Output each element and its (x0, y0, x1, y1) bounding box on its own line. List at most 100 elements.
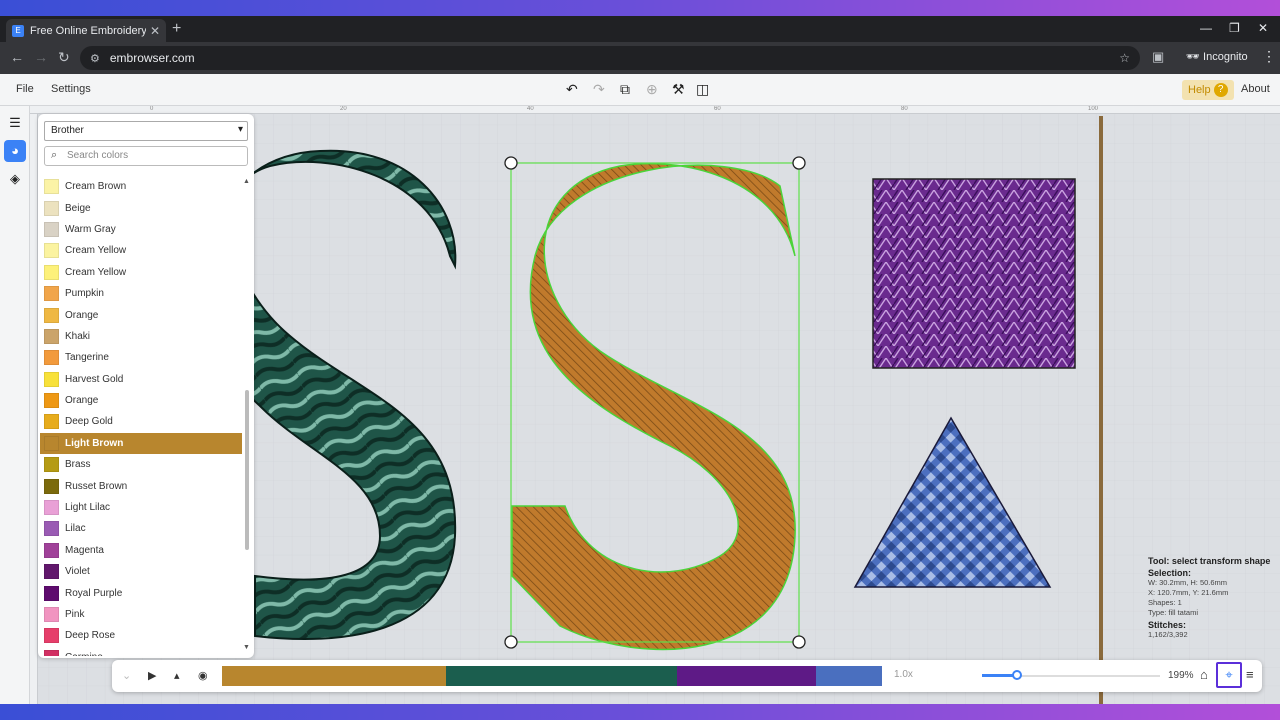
incognito-label: Incognito (1203, 51, 1248, 63)
chevron-down-icon: ▾ (237, 124, 243, 135)
color-list-scrollbar[interactable] (245, 390, 249, 550)
color-name: Royal Purple (65, 587, 123, 599)
color-name: Magenta (65, 544, 104, 556)
play-icon[interactable]: ▶ (148, 669, 156, 682)
scroll-up-icon[interactable]: ▲ (243, 178, 250, 185)
scroll-down-icon[interactable]: ▼ (243, 644, 250, 651)
timeline-segment[interactable] (677, 666, 816, 686)
zoom-slider-handle[interactable] (1011, 670, 1022, 680)
new-tab-icon[interactable]: + (172, 20, 181, 38)
browser-tab[interactable]: E Free Online Embroidery Softwa ✕ (6, 19, 166, 42)
color-list-item[interactable]: Deep Gold (40, 411, 242, 432)
stitch-timeline[interactable] (222, 666, 882, 686)
incognito-indicator[interactable]: 🕶 Incognito (1186, 50, 1248, 63)
color-list-item[interactable]: Beige (40, 197, 242, 218)
color-name: Light Brown (65, 437, 124, 449)
color-list-item[interactable]: Brass (40, 454, 242, 475)
color-list-item[interactable]: Lilac (40, 518, 242, 539)
redo-icon[interactable]: ↷ (593, 81, 605, 98)
color-list-item[interactable]: Magenta (40, 540, 242, 561)
color-list-item[interactable]: Royal Purple (40, 582, 242, 603)
mirror-icon[interactable]: ◫ (696, 81, 709, 98)
color-name: Deep Rose (65, 630, 116, 642)
color-list-item[interactable]: Orange (40, 390, 242, 411)
palette-icon[interactable]: ◕ (4, 140, 26, 162)
add-shape-icon[interactable]: ⊕ (646, 81, 658, 98)
tab-title: Free Online Embroidery Softwa (30, 24, 146, 37)
layers-icon[interactable]: ◈ (4, 168, 26, 190)
browser-menu-icon[interactable]: ⋮ (1262, 48, 1276, 65)
undo-icon[interactable]: ↶ (566, 81, 578, 98)
selection-position: X: 120.7mm, Y: 21.6mm (1148, 588, 1229, 597)
site-favicon-icon: E (12, 24, 24, 37)
url-text: embrowser.com (109, 51, 195, 65)
color-swatch (44, 350, 59, 366)
timeline-segment[interactable] (446, 666, 678, 686)
color-name: Tangerine (65, 352, 109, 364)
color-list-item[interactable]: Russet Brown (40, 475, 242, 496)
color-name: Cream Brown (65, 181, 127, 193)
tools-icon[interactable]: ⚒ (672, 81, 685, 98)
tool-label: Tool: select transform shape (1148, 556, 1271, 566)
forward-icon[interactable]: → (34, 49, 48, 65)
color-name: Khaki (65, 330, 91, 342)
color-list-item[interactable]: Orange (40, 304, 242, 325)
close-tab-icon[interactable]: ✕ (150, 24, 160, 38)
chevron-up-icon[interactable]: ▴ (174, 669, 180, 682)
color-panel: Brother ▾ ⌕ Search colors Cream Brown Bei… (38, 114, 254, 658)
about-menu[interactable]: About (1241, 83, 1270, 95)
selection-shapes: Shapes: 1 (1148, 598, 1182, 607)
selection-type: Type: fill tatami (1148, 608, 1199, 617)
stop-icon[interactable]: ◉ (198, 669, 208, 682)
color-list-item[interactable]: Tangerine (40, 347, 242, 368)
timeline-segment[interactable] (222, 666, 447, 686)
address-bar[interactable]: ⚙ embrowser.com ☆ (80, 46, 1140, 70)
maximize-icon[interactable]: ❐ (1229, 21, 1240, 35)
color-name: Violet (65, 566, 90, 578)
site-info-icon[interactable]: ⚙ (90, 52, 100, 65)
browser-toolbar: ← → ↻ ⚙ embrowser.com ☆ ▣ 🕶 Incognito ⋮ (0, 42, 1280, 74)
color-swatch (44, 179, 59, 195)
color-list-item[interactable]: Pink (40, 604, 242, 625)
color-list-item[interactable]: Cream Yellow (40, 240, 242, 261)
color-list-item[interactable]: Pumpkin (40, 283, 242, 304)
back-icon[interactable]: ← (10, 49, 24, 65)
menu-icon[interactable]: ≡ (1246, 667, 1254, 682)
search-icon: ⌕ (51, 149, 58, 161)
file-menu[interactable]: File (16, 83, 34, 95)
bookmark-star-icon[interactable]: ☆ (1119, 51, 1130, 65)
color-name: Russet Brown (65, 480, 128, 492)
color-list-item[interactable]: Light Lilac (40, 497, 242, 518)
color-swatch (44, 457, 59, 473)
browser-window: E Free Online Embroidery Softwa ✕ + — ❐ … (0, 16, 1280, 704)
color-swatch (44, 607, 59, 622)
reload-icon[interactable]: ↻ (58, 49, 70, 66)
copy-icon[interactable]: ⧉ (620, 81, 630, 98)
color-name: Cream Yellow (65, 245, 127, 257)
chevron-down-icon[interactable]: ⌄ (122, 669, 131, 682)
fit-view-icon[interactable]: ⌖ (1216, 662, 1242, 688)
settings-menu[interactable]: Settings (51, 83, 91, 95)
stitches-label: Stitches: (1148, 620, 1187, 630)
color-list-item[interactable]: Cream Brown (40, 176, 242, 197)
color-list-item[interactable]: Harvest Gold (40, 369, 242, 390)
help-button[interactable]: Help? (1182, 80, 1234, 100)
color-list-item[interactable]: Carmine (40, 647, 242, 656)
color-list-item[interactable]: Warm Gray (40, 219, 242, 240)
color-swatch (44, 521, 59, 537)
side-panel-icon[interactable]: ▣ (1152, 49, 1164, 65)
list-icon[interactable]: ☰ (4, 112, 26, 134)
timeline-segment[interactable] (815, 666, 882, 686)
color-list-item[interactable]: Cream Yellow (40, 262, 242, 283)
color-swatch (44, 221, 59, 237)
thread-brand-select[interactable]: Brother ▾ (44, 121, 248, 141)
home-icon[interactable]: ⌂ (1200, 667, 1208, 682)
color-search-input[interactable]: ⌕ Search colors (44, 146, 248, 166)
speed-value[interactable]: 1.0x (894, 669, 913, 680)
color-list-item[interactable]: Khaki (40, 326, 242, 347)
color-list-item[interactable]: Deep Rose (40, 625, 242, 646)
color-list-item[interactable]: Violet (40, 561, 242, 582)
close-window-icon[interactable]: ✕ (1258, 21, 1268, 35)
minimize-icon[interactable]: — (1200, 21, 1212, 35)
color-list-item[interactable]: Light Brown (40, 432, 242, 455)
